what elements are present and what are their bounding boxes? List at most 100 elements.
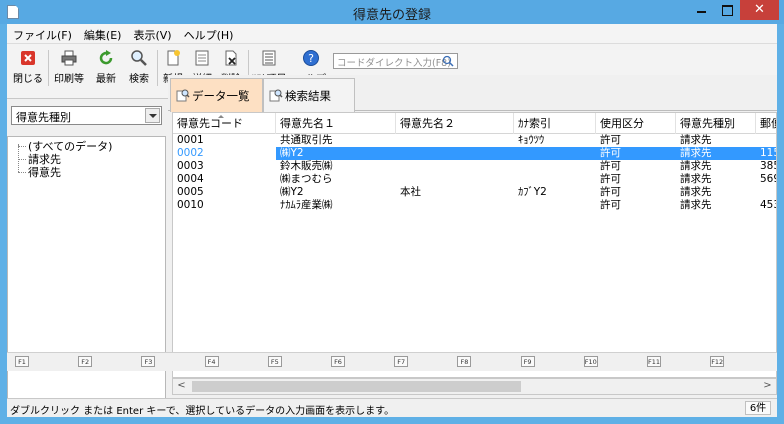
tab-search-results-label: 検索結果 [285,89,331,103]
table-cell: 453- [760,199,776,211]
column-header-usage[interactable]: 使用区分 [596,113,676,134]
table-row[interactable]: 0003 鈴木販売㈱ 許可 請求先 385- [173,160,776,173]
magnifier-list-icon [176,89,190,102]
function-key-f7[interactable]: F7 [394,356,409,367]
table-row[interactable]: 0005 ㈱Y2 本社 ｶﾌﾞY2 許可 請求先 [173,186,776,199]
function-key-f6[interactable]: F6 [331,356,345,367]
column-header-kana[interactable]: ｶﾅ索引 [514,113,596,134]
function-key-f2[interactable]: F2 [78,356,93,367]
table-row[interactable]: 0001 共通取引先 ｷｮｳﾂｳ 許可 請求先 [173,134,776,147]
search-button[interactable]: 検索 [124,47,154,97]
partner-type-select[interactable]: 得意先種別 [11,106,162,125]
table-cell: 許可 [600,147,621,159]
tree-item-customer[interactable]: 得意先 [18,164,61,179]
table-cell: 許可 [600,186,621,198]
status-bar: ダブルクリック または Enter キーで、選択しているデータの入力画面を表示し… [7,398,777,417]
sort-up-icon [218,115,224,118]
tree-item-billing[interactable]: 請求先 [18,151,61,166]
table-row[interactable]: 0010 ﾅｶﾑﾗ産業㈱ 許可 請求先 453- [173,199,776,212]
menu-file[interactable]: ファイル(F) [7,24,78,43]
delete-icon [225,50,237,66]
search-icon[interactable] [442,55,454,67]
function-key-f5[interactable]: F5 [267,356,282,367]
print-button[interactable]: 印刷等 [51,47,87,97]
table-cell: 請求先 [680,147,712,159]
function-key-f10[interactable]: F10 [583,356,598,367]
table-cell: 許可 [600,160,621,172]
table-cell: 許可 [600,199,621,211]
maximize-button[interactable] [714,0,740,20]
table-cell [756,134,776,147]
table-cell [514,160,596,173]
table-cell [396,173,514,186]
grid-header: 得意先コード 得意先名１ 得意先名２ ｶﾅ索引 使用区分 得意先種別 郵便 [173,113,776,134]
function-key-f9[interactable]: F9 [520,356,535,367]
close-button[interactable]: 閉じる [11,47,45,97]
table-cell: 本社 [400,186,421,198]
menu-bar: ファイル(F) 編集(E) 表示(V) ヘルプ(H) [7,24,777,43]
function-key-f8[interactable]: F8 [457,356,472,367]
table-cell: ㈱Y2 [280,186,304,198]
table-cell [396,199,514,212]
refresh-icon [99,50,113,65]
function-key-f1[interactable]: F1 [15,356,29,367]
tab-search-results[interactable]: 検索結果 [263,78,355,112]
table-cell: 0003 [177,160,204,172]
code-direct-input-placeholder: コードダイレクト入力(F8) [337,58,451,69]
status-message: ダブルクリック または Enter キーで、選択しているデータの入力画面を表示し… [10,406,395,417]
code-direct-input[interactable]: コードダイレクト入力(F8) [333,53,458,69]
tree-item-all[interactable]: (すべてのデータ) [18,138,112,153]
function-key-f12[interactable]: F12 [710,356,725,367]
data-grid: 得意先コード 得意先名１ 得意先名２ ｶﾅ索引 使用区分 得意先種別 郵便 00… [172,112,777,378]
table-row[interactable]: 0002 ㈱Y2 許可 請求先 115- [173,147,776,160]
refresh-button[interactable]: 最新 [91,47,121,97]
table-cell [396,160,514,173]
table-cell: 0001 [177,134,204,146]
table-cell: 385- [760,160,776,172]
horizontal-scrollbar[interactable]: < > [172,378,777,395]
column-header-name2[interactable]: 得意先名２ [396,113,514,134]
list-icon [262,50,276,66]
column-header-postal[interactable]: 郵便 [756,113,776,134]
function-key-f4[interactable]: F4 [204,356,219,367]
scroll-left-icon[interactable]: < [173,379,190,394]
menu-edit[interactable]: 編集(E) [78,24,128,43]
printer-icon [61,50,77,66]
chevron-down-icon[interactable] [145,108,160,123]
toolbar-separator [157,50,158,86]
scroll-thumb[interactable] [192,381,521,392]
table-cell [514,199,596,212]
table-cell: 請求先 [680,186,712,198]
table-cell: 0004 [177,173,204,185]
tab-bar: データ一覧 検索結果 [168,75,777,112]
table-cell: 請求先 [680,160,712,172]
table-row[interactable]: 0004 ㈱まつむら 許可 請求先 569- [173,173,776,186]
scroll-right-icon[interactable]: > [759,379,776,394]
tab-data-list-label: データ一覧 [192,89,250,103]
minimize-button[interactable] [688,0,714,20]
table-cell [514,173,596,186]
table-cell [396,134,514,147]
table-cell [514,147,596,160]
column-header-code[interactable]: 得意先コード [173,113,276,134]
function-key-f3[interactable]: F3 [141,356,156,367]
close-window-button[interactable]: ✕ [740,0,779,20]
column-header-name1[interactable]: 得意先名１ [276,113,396,134]
table-cell [756,186,776,199]
partner-type-select-value: 得意先種別 [16,111,71,124]
table-cell: 請求先 [680,173,712,185]
table-cell: ㈱Y2 [280,147,304,159]
app-window: 得意先の登録 ✕ ファイル(F) 編集(E) 表示(V) ヘルプ(H) 閉じる [0,0,784,424]
tab-data-list[interactable]: データ一覧 [170,78,263,112]
function-key-f11[interactable]: F11 [647,356,661,367]
column-header-type[interactable]: 得意先種別 [676,113,756,134]
menu-view[interactable]: 表示(V) [127,24,177,43]
help-icon: ? [303,50,319,66]
table-cell: ｷｮｳﾂｳ [518,134,545,146]
table-cell: ㈱まつむら [280,173,333,185]
table-cell: 許可 [600,173,621,185]
title-bar[interactable]: 得意先の登録 ✕ [0,0,784,24]
menu-help[interactable]: ヘルプ(H) [178,24,240,43]
close-icon [21,51,35,65]
table-cell: 0010 [177,199,204,211]
